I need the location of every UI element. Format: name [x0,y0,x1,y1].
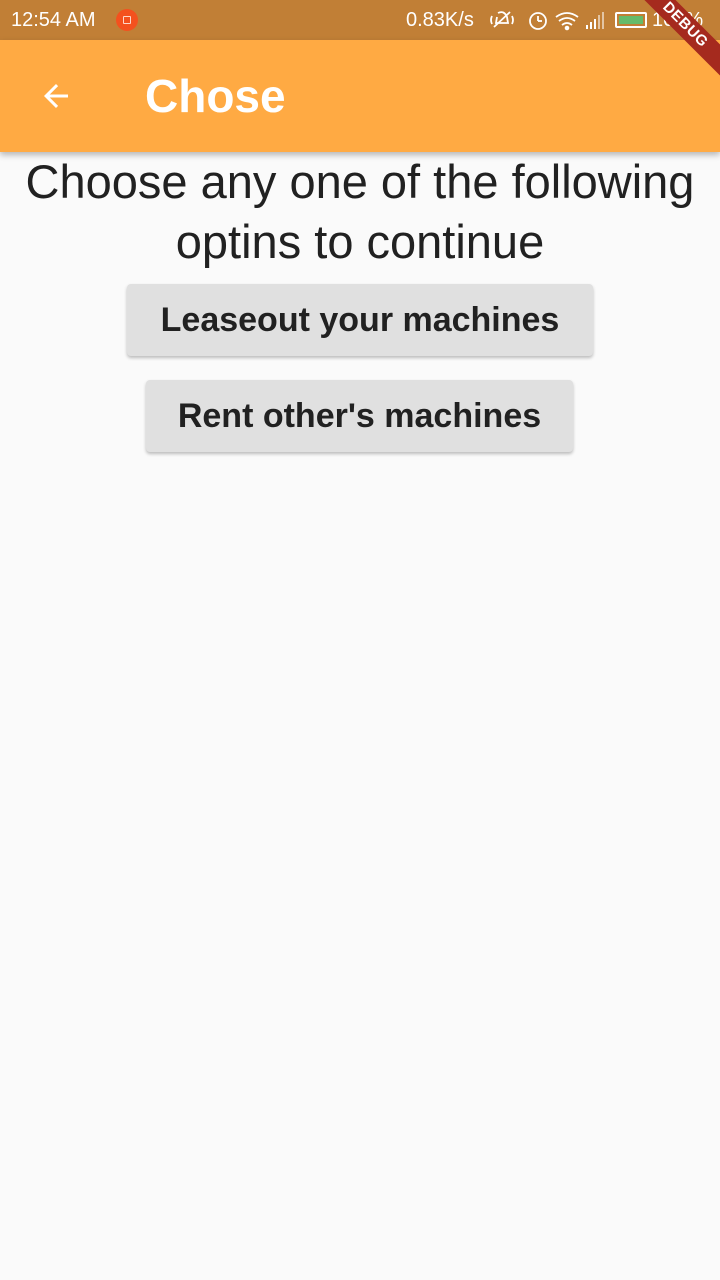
leaseout-machines-button[interactable]: Leaseout your machines [127,284,593,356]
rent-machines-button[interactable]: Rent other's machines [146,380,573,452]
battery-icon [615,12,647,28]
status-bar: 12:54 AM 0.83K/s [0,0,720,40]
battery-fill [619,16,643,24]
page-title: Chose [145,70,286,122]
back-button[interactable] [28,68,84,124]
vibrate-off-icon [490,11,514,28]
wifi-icon [555,12,579,31]
alarm-icon [529,12,547,30]
status-time: 12:54 AM [11,9,96,31]
instruction-text: Choose any one of the following optins t… [25,155,695,268]
notification-icon [116,9,138,31]
app-bar: Chose [0,40,720,152]
system-icons [490,9,610,31]
network-speed: 0.83K/s [406,9,474,31]
arrow-back-icon [44,84,68,108]
signal-icon [586,12,604,29]
